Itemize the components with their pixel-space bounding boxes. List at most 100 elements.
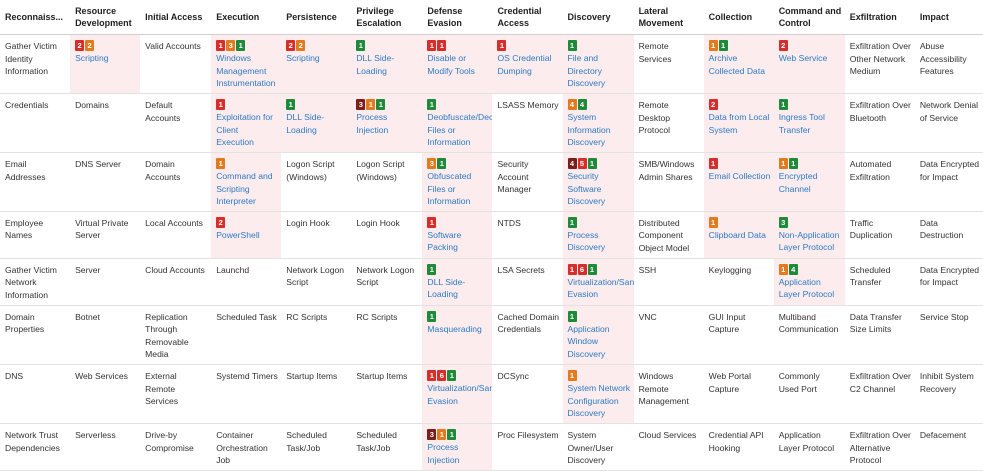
- technique-cell[interactable]: 1 System Network Configuration Discovery: [562, 364, 634, 424]
- tactic-header[interactable]: Initial Access: [140, 0, 212, 35]
- technique-cell[interactable]: 2 PowerShell: [211, 211, 282, 259]
- technique-link[interactable]: Ingress Tool Transfer: [779, 112, 825, 135]
- technique-cell[interactable]: 1 3 1 Windows Management Instrumentation: [211, 34, 282, 94]
- technique-cell[interactable]: 161 Virtualization/Sandbox Evasion: [422, 364, 493, 424]
- technique-cell[interactable]: 1 Application Window Discovery: [562, 305, 634, 365]
- green-count-badge: 1: [427, 310, 437, 322]
- tactic-header[interactable]: Credential Access: [492, 0, 563, 35]
- technique-cell[interactable]: 1 1 Encrypted Channel: [773, 152, 845, 212]
- technique-cell[interactable]: 1 Exploitation for Client Execution: [211, 93, 282, 153]
- technique-cell[interactable]: 1 Command and Scripting Interpreter: [211, 152, 282, 212]
- technique-link[interactable]: Archive Collected Data: [709, 53, 765, 76]
- tactic-header[interactable]: Discovery: [562, 0, 634, 35]
- technique-link[interactable]: Deobfuscate/Decode Files or Information: [427, 112, 492, 147]
- technique-link[interactable]: Process Discovery: [568, 230, 606, 253]
- technique-cell[interactable]: 3 1 1 Process Injection: [351, 93, 423, 153]
- technique-cell: Cloud Services: [633, 423, 704, 471]
- technique-cell[interactable]: 2 Data from Local System: [703, 93, 774, 153]
- technique-link[interactable]: Virtualization/Sandbox Evasion: [568, 277, 634, 300]
- technique-link[interactable]: OS Credential Dumping: [497, 53, 551, 76]
- technique-link[interactable]: Process Injection: [356, 112, 388, 135]
- technique-link[interactable]: Security Software Discovery: [568, 171, 606, 206]
- tactic-header[interactable]: Defense Evasion: [422, 0, 493, 35]
- technique-link[interactable]: Exploitation for Client Execution: [216, 112, 273, 147]
- technique-cell[interactable]: 3 Non-Application Layer Protocol: [773, 211, 845, 259]
- technique-cell: Application Layer Protocol: [773, 423, 845, 471]
- technique-cell[interactable]: 3 1 Obfuscated Files or Information: [422, 152, 493, 212]
- technique-cell[interactable]: 3 1 1 Process Injection: [422, 423, 493, 471]
- technique-link[interactable]: DLL Side-Loading: [286, 112, 324, 135]
- technique-cell[interactable]: 1 Software Packing: [422, 211, 493, 259]
- technique-cell[interactable]: 1 4 Application Layer Protocol: [773, 258, 845, 306]
- technique-cell: Default Accounts: [140, 93, 212, 153]
- technique-cell[interactable]: 2 Web Service: [773, 34, 845, 94]
- technique-link[interactable]: Scripting: [286, 53, 319, 63]
- tactic-header[interactable]: Resource Development: [70, 0, 141, 35]
- technique-link[interactable]: Scripting: [75, 53, 108, 63]
- tactic-header[interactable]: Privilege Escalation: [351, 0, 423, 35]
- technique-link[interactable]: Encrypted Channel: [779, 171, 818, 194]
- technique-link[interactable]: Process Injection: [427, 442, 459, 465]
- technique-cell: Replication Through Removable Media: [140, 305, 212, 365]
- technique-link[interactable]: Obfuscated Files or Information: [427, 171, 471, 206]
- technique-link[interactable]: Data from Local System: [709, 112, 770, 135]
- technique-label: Startup Items: [356, 370, 408, 381]
- technique-link[interactable]: DLL Side-Loading: [427, 277, 465, 300]
- technique-cell[interactable]: 161 Virtualization/Sandbox Evasion: [562, 258, 634, 306]
- technique-link[interactable]: DLL Side-Loading: [356, 53, 394, 76]
- technique-cell[interactable]: 1 Ingress Tool Transfer: [773, 93, 845, 153]
- detection-badges: 1: [427, 310, 489, 322]
- technique-link[interactable]: Application Layer Protocol: [779, 277, 834, 300]
- tactic-header[interactable]: Collection: [703, 0, 774, 35]
- technique-cell: Web Portal Capture: [703, 364, 774, 424]
- technique-cell[interactable]: 1 DLL Side-Loading: [422, 258, 493, 306]
- detection-badges: 1: [567, 40, 631, 51]
- technique-cell[interactable]: 1 Masquerading: [422, 305, 493, 365]
- technique-cell[interactable]: 2 2 Scripting: [70, 34, 141, 94]
- technique-link[interactable]: PowerShell: [216, 230, 259, 240]
- technique-link[interactable]: System Network Configuration Discovery: [568, 383, 631, 418]
- technique-label: RC Scripts: [356, 311, 398, 322]
- technique-cell: Gather Victim Network Information: [0, 258, 71, 306]
- technique-link[interactable]: System Information Discovery: [568, 112, 611, 147]
- technique-cell[interactable]: 1 OS Credential Dumping: [492, 34, 563, 94]
- tactic-header[interactable]: Persistence: [281, 0, 352, 35]
- technique-link[interactable]: Masquerading: [427, 324, 481, 334]
- technique-link[interactable]: File and Directory Discovery: [568, 53, 606, 88]
- technique-cell[interactable]: 1 DLL Side-Loading: [281, 93, 352, 153]
- green-count-badge: 1: [718, 40, 728, 51]
- technique-cell[interactable]: 1 Process Discovery: [562, 211, 634, 259]
- technique-link[interactable]: Disable or Modify Tools: [427, 53, 475, 76]
- technique-cell[interactable]: 4 5 1 Security Software Discovery: [562, 152, 634, 212]
- technique-cell[interactable]: 1 Deobfuscate/Decode Files or Information: [422, 93, 493, 153]
- technique-link[interactable]: Application Window Discovery: [568, 324, 610, 359]
- tactic-header[interactable]: Command and Control: [773, 0, 845, 35]
- technique-label: Network Trust Dependencies: [5, 429, 60, 453]
- tactic-header[interactable]: Execution: [211, 0, 282, 35]
- technique-link[interactable]: Non-Application Layer Protocol: [779, 230, 840, 253]
- detection-badges: 11: [427, 40, 489, 51]
- technique-cell: Local Accounts: [140, 211, 212, 259]
- technique-link[interactable]: Command and Scripting Interpreter: [216, 171, 272, 206]
- technique-link[interactable]: Windows Management Instrumentation: [216, 53, 275, 88]
- technique-link[interactable]: Email Collection: [709, 171, 771, 181]
- technique-cell[interactable]: 1 1 Archive Collected Data: [703, 34, 774, 94]
- technique-cell[interactable]: 1 DLL Side-Loading: [351, 34, 423, 94]
- technique-cell[interactable]: 1 Clipboard Data: [703, 211, 774, 259]
- tactic-header[interactable]: Reconnaiss...: [0, 0, 71, 35]
- red-count-badge: 2: [216, 216, 226, 228]
- technique-cell[interactable]: 2 2 Scripting: [281, 34, 352, 94]
- technique-cell: Virtual Private Server: [70, 211, 141, 259]
- technique-link[interactable]: Web Service: [779, 53, 828, 63]
- technique-link[interactable]: Virtualization/Sandbox Evasion: [427, 383, 492, 406]
- technique-cell[interactable]: 1 File and Directory Discovery: [562, 34, 634, 94]
- technique-link[interactable]: Software Packing: [427, 230, 461, 253]
- technique-cell[interactable]: 1 Email Collection: [703, 152, 774, 212]
- technique-cell[interactable]: 1 1 Disable or Modify Tools: [422, 34, 493, 94]
- technique-cell: Distributed Component Object Model: [633, 211, 704, 259]
- technique-cell[interactable]: 4 4 System Information Discovery: [562, 93, 634, 153]
- technique-link[interactable]: Clipboard Data: [709, 230, 766, 240]
- tactic-header[interactable]: Lateral Movement: [633, 0, 704, 35]
- tactic-header[interactable]: Impact: [914, 0, 983, 35]
- tactic-header[interactable]: Exfiltration: [844, 0, 915, 35]
